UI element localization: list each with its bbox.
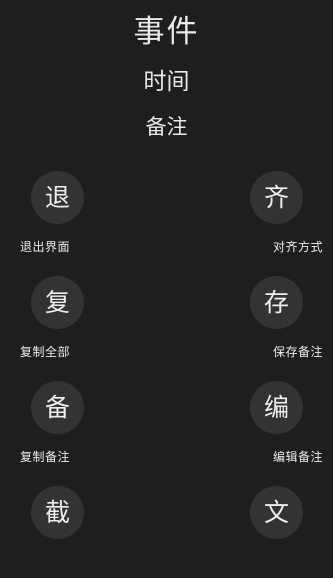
time-label: 时间 [143, 69, 190, 95]
exit-button[interactable]: 退 [31, 171, 84, 224]
edit-note-button[interactable]: 编 [250, 381, 303, 434]
save-note-button[interactable]: 存 [250, 276, 303, 329]
copy-all-action: 复 复制全部 [20, 276, 130, 368]
save-note-label: 保存备注 [272, 345, 323, 359]
copy-note-label: 复制备注 [20, 450, 71, 464]
text-button[interactable]: 文 [250, 486, 303, 539]
exit-action: 退 退出界面 [20, 171, 130, 263]
align-action: 齐 对齐方式 [217, 171, 327, 263]
screenshot-button[interactable]: 截 [31, 486, 84, 539]
event-title: 事件 [133, 14, 200, 50]
copy-note-button[interactable]: 备 [31, 381, 84, 434]
exit-label: 退出界面 [20, 240, 71, 254]
align-label: 对齐方式 [272, 240, 323, 254]
save-note-action: 存 保存备注 [217, 276, 327, 368]
copy-all-label: 复制全部 [20, 345, 71, 359]
copy-all-button[interactable]: 复 [31, 276, 84, 329]
align-button[interactable]: 齐 [250, 171, 303, 224]
screenshot-action: 截 [20, 486, 130, 578]
note-label: 备注 [145, 115, 188, 139]
edit-note-label: 编辑备注 [272, 450, 323, 464]
copy-note-action: 备 复制备注 [20, 381, 130, 473]
edit-note-action: 编 编辑备注 [217, 381, 327, 473]
text-action: 文 [217, 486, 327, 578]
